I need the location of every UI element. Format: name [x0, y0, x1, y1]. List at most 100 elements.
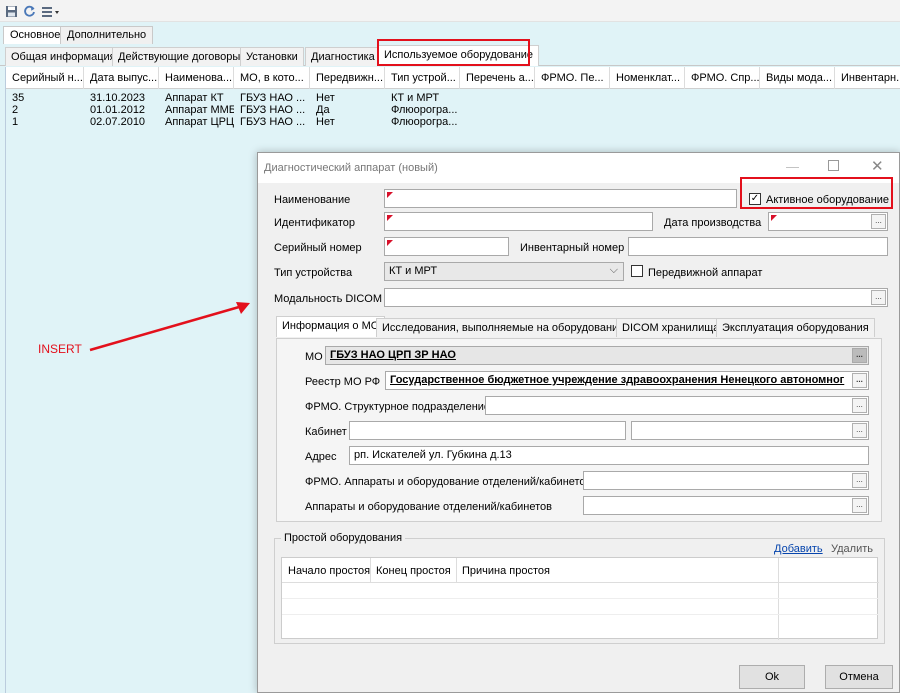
- toolbar: [0, 0, 900, 22]
- calendar-icon[interactable]: ...: [871, 214, 886, 229]
- tab-dicom-storage[interactable]: DICOM хранилища: [616, 318, 726, 337]
- equipment-field[interactable]: ...: [583, 496, 869, 515]
- mo-field[interactable]: ГБУЗ НАО ЦРП ЗР НАО ...: [325, 346, 869, 365]
- inventory-number-label: Инвентарный номер: [520, 242, 625, 254]
- tab-used-equipment[interactable]: Используемое оборудование: [378, 45, 540, 66]
- tab-contracts[interactable]: Действующие договоры: [112, 47, 247, 66]
- grid-header: Серийный н... Дата выпус... Наименова...…: [6, 67, 900, 89]
- refresh-icon[interactable]: [22, 3, 36, 19]
- registry-select-button[interactable]: ...: [852, 373, 867, 388]
- inventory-number-field[interactable]: [628, 237, 888, 256]
- minimize-icon[interactable]: —: [786, 159, 799, 174]
- col-downtime-reason[interactable]: Причина простоя: [462, 565, 550, 577]
- maximize-icon[interactable]: [828, 160, 839, 171]
- cell-serial: 35: [12, 92, 25, 104]
- registry-label: Реестр МО РФ: [305, 376, 381, 388]
- structural-unit-label: ФРМО. Структурное подразделение: [305, 401, 491, 413]
- active-equipment-checkbox[interactable]: ✓: [749, 193, 761, 205]
- cell-date: 01.01.2012: [90, 104, 146, 116]
- col-serial[interactable]: Серийный н...: [6, 67, 84, 89]
- frmo-equipment-field[interactable]: ...: [583, 471, 869, 490]
- diagnostic-device-dialog: Диагностический аппарат (новый) — ✕ Наим…: [257, 152, 900, 693]
- cell-name: Аппарат ММБ: [165, 104, 234, 116]
- structural-unit-field[interactable]: ...: [485, 396, 869, 415]
- identifier-label: Идентификатор: [274, 217, 355, 229]
- cell-mo: ГБУЗ НАО ...: [240, 104, 306, 116]
- col-release-date[interactable]: Дата выпус...: [84, 67, 159, 89]
- frmo-equipment-label: ФРМО. Аппараты и оборудование отделений/…: [305, 476, 592, 488]
- mo-select-button[interactable]: ...: [852, 348, 867, 363]
- ellipsis-button[interactable]: ...: [871, 290, 886, 305]
- device-type-value: КТ и МРТ: [389, 265, 438, 277]
- col-modality-types[interactable]: Виды мода...: [760, 67, 835, 89]
- production-date-label: Дата производства: [664, 217, 762, 229]
- export-menu-icon[interactable]: [40, 3, 62, 19]
- structural-unit-button[interactable]: ...: [852, 398, 867, 413]
- add-downtime-link[interactable]: Добавить: [774, 543, 823, 555]
- tab-mo-info[interactable]: Информация о МО: [276, 316, 386, 337]
- tab-settings[interactable]: Установки: [240, 47, 304, 66]
- col-name[interactable]: Наименова...: [159, 67, 234, 89]
- table-row[interactable]: 1 02.07.2010 Аппарат ЦРЦ ГБУЗ НАО ... Не…: [6, 116, 900, 128]
- production-date-field[interactable]: ...: [768, 212, 888, 231]
- col-mobile[interactable]: Передвижн...: [310, 67, 385, 89]
- address-label: Адрес: [305, 451, 337, 463]
- registry-field[interactable]: Государственное бюджетное учреждение здр…: [385, 371, 869, 390]
- tab-diagnostics[interactable]: Диагностика: [305, 47, 381, 66]
- col-frmo-pe[interactable]: ФРМО. Пе...: [535, 67, 610, 89]
- save-icon[interactable]: [4, 3, 18, 19]
- cell-name: Аппарат КТ: [165, 92, 224, 104]
- insert-annotation-label: INSERT: [38, 342, 82, 356]
- serial-number-field[interactable]: [384, 237, 509, 256]
- col-mo[interactable]: МО, в кото...: [234, 67, 310, 89]
- cabinet-secondary-field[interactable]: ...: [631, 421, 869, 440]
- cell-mo: ГБУЗ НАО ...: [240, 116, 306, 128]
- frmo-equipment-button[interactable]: ...: [852, 473, 867, 488]
- table-row[interactable]: 2 01.01.2012 Аппарат ММБ ГБУЗ НАО ... Да…: [6, 104, 900, 116]
- device-type-select[interactable]: КТ и МРТ ⌵: [384, 262, 624, 281]
- tab-studies[interactable]: Исследования, выполняемые на оборудовани…: [376, 318, 631, 337]
- mo-value: ГБУЗ НАО ЦРП ЗР НАО: [330, 349, 456, 361]
- equipment-button[interactable]: ...: [852, 498, 867, 513]
- cabinet-field[interactable]: [349, 421, 626, 440]
- cell-mobile: Нет: [316, 116, 335, 128]
- identifier-field[interactable]: [384, 212, 653, 231]
- mo-info-panel: МО ГБУЗ НАО ЦРП ЗР НАО ... Реестр МО РФ …: [276, 338, 882, 522]
- col-inventory[interactable]: Инвентарн...: [835, 67, 900, 89]
- address-field[interactable]: рп. Искателей ул. Губкина д.13: [349, 446, 869, 465]
- registry-value: Государственное бюджетное учреждение здр…: [390, 374, 845, 386]
- name-field[interactable]: [384, 189, 737, 208]
- equipment-label: Аппараты и оборудование отделений/кабине…: [305, 501, 552, 513]
- tab-main[interactable]: Основное: [3, 26, 68, 44]
- tab-equipment-operation[interactable]: Эксплуатация оборудования: [716, 318, 875, 337]
- dicom-modality-field[interactable]: ...: [384, 288, 888, 307]
- serial-number-label: Серийный номер: [274, 242, 362, 254]
- address-value: рп. Искателей ул. Губкина д.13: [354, 449, 512, 461]
- tab-additional[interactable]: Дополнительно: [60, 26, 154, 44]
- table-row[interactable]: 35 31.10.2023 Аппарат КТ ГБУЗ НАО ... Не…: [6, 92, 900, 104]
- mobile-device-checkbox[interactable]: [631, 265, 643, 277]
- col-frmo-spr[interactable]: ФРМО. Спр...: [685, 67, 760, 89]
- cancel-button[interactable]: Отмена: [825, 665, 893, 689]
- active-equipment-label: Активное оборудование: [766, 194, 890, 206]
- close-icon[interactable]: ✕: [871, 157, 884, 175]
- dialog-title: Диагностический аппарат (новый): [264, 162, 438, 174]
- cell-date: 02.07.2010: [90, 116, 146, 128]
- col-downtime-start[interactable]: Начало простоя: [288, 565, 370, 577]
- inner-tabs: Информация о МО Исследования, выполняемы…: [276, 316, 882, 338]
- device-type-label: Тип устройства: [274, 267, 353, 279]
- chevron-down-icon: ⌵: [609, 264, 618, 276]
- ok-button[interactable]: Ok: [739, 665, 805, 689]
- col-nomenclature[interactable]: Номенклат...: [610, 67, 685, 89]
- col-list[interactable]: Перечень а...: [460, 67, 535, 89]
- tab-general-info[interactable]: Общая информация: [5, 47, 122, 66]
- col-device-type[interactable]: Тип устрой...: [385, 67, 460, 89]
- delete-downtime-link[interactable]: Удалить: [831, 543, 873, 555]
- col-downtime-end[interactable]: Конец простоя: [376, 565, 451, 577]
- downtime-table: Начало простоя Конец простоя Причина про…: [281, 557, 879, 640]
- mo-label: МО: [305, 351, 323, 363]
- cabinet-select-button[interactable]: ...: [852, 423, 867, 438]
- cabinet-label: Кабинет: [305, 426, 347, 438]
- cell-serial: 1: [12, 116, 19, 128]
- cell-name: Аппарат ЦРЦ: [165, 116, 234, 128]
